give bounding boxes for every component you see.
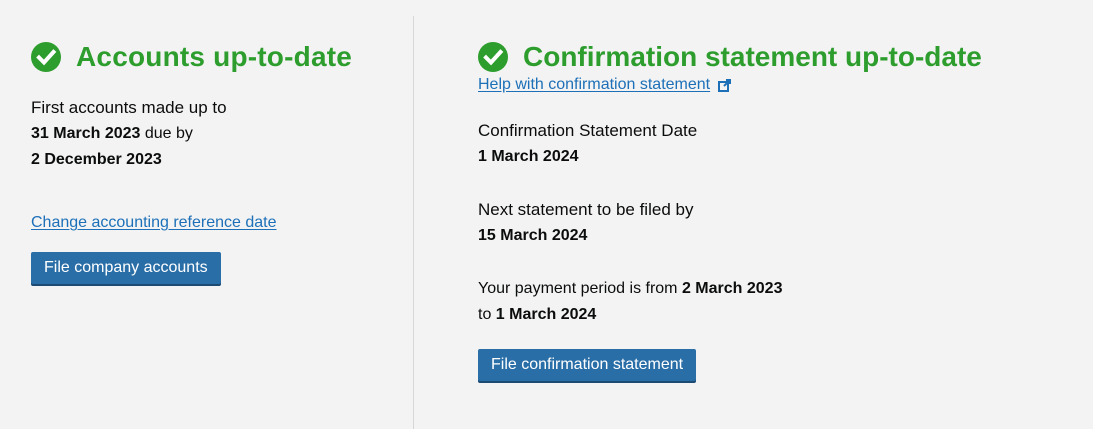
- next-statement-label: Next statement to be filed by: [478, 200, 694, 219]
- accounts-made-up-date: 31 March 2023: [31, 125, 141, 142]
- accounts-heading: Accounts up-to-date: [76, 41, 353, 72]
- help-confirmation-statement-link[interactable]: Help with confirmation statement: [478, 76, 732, 94]
- next-statement-date: 15 March 2024: [478, 227, 588, 244]
- external-link-icon: [718, 78, 732, 92]
- accounts-panel: Accounts up-to-date First accounts made …: [31, 0, 391, 284]
- payment-period-line: Your payment period is from 2 March 2023: [478, 276, 1068, 302]
- help-link-text: Help with confirmation statement: [478, 76, 711, 93]
- panel-divider: [413, 16, 414, 429]
- payment-period-to-prefix: to: [478, 306, 496, 323]
- payment-period-from: 2 March 2023: [681, 280, 783, 297]
- confirmation-statement-date: 1 March 2024: [478, 148, 579, 165]
- file-company-accounts-button[interactable]: File company accounts: [31, 252, 221, 284]
- accounts-due-date: 2 December 2023: [31, 151, 162, 168]
- check-circle-icon: [478, 42, 508, 72]
- change-accounting-reference-date-link[interactable]: Change accounting reference date: [31, 214, 277, 231]
- confirmation-heading-row: Confirmation statement up-to-date: [478, 38, 1068, 76]
- file-confirmation-statement-button[interactable]: File confirmation statement: [478, 349, 697, 381]
- payment-period-prefix: Your payment period is from: [478, 280, 682, 297]
- confirmation-panel: Confirmation statement up-to-date Help w…: [478, 0, 1068, 381]
- first-accounts-label: First accounts made up to: [31, 98, 227, 117]
- payment-period-to-line: to 1 March 2024: [478, 302, 1068, 328]
- confirmation-statement-date-label: Confirmation Statement Date: [478, 121, 698, 140]
- check-circle-icon: [31, 42, 61, 72]
- accounts-made-up-line: 31 March 2023 due by: [31, 121, 391, 147]
- due-by-label: due by: [140, 125, 193, 142]
- accounts-heading-row: Accounts up-to-date: [31, 38, 391, 76]
- payment-period-to: 1 March 2024: [495, 306, 597, 323]
- confirmation-heading: Confirmation statement up-to-date: [523, 41, 982, 72]
